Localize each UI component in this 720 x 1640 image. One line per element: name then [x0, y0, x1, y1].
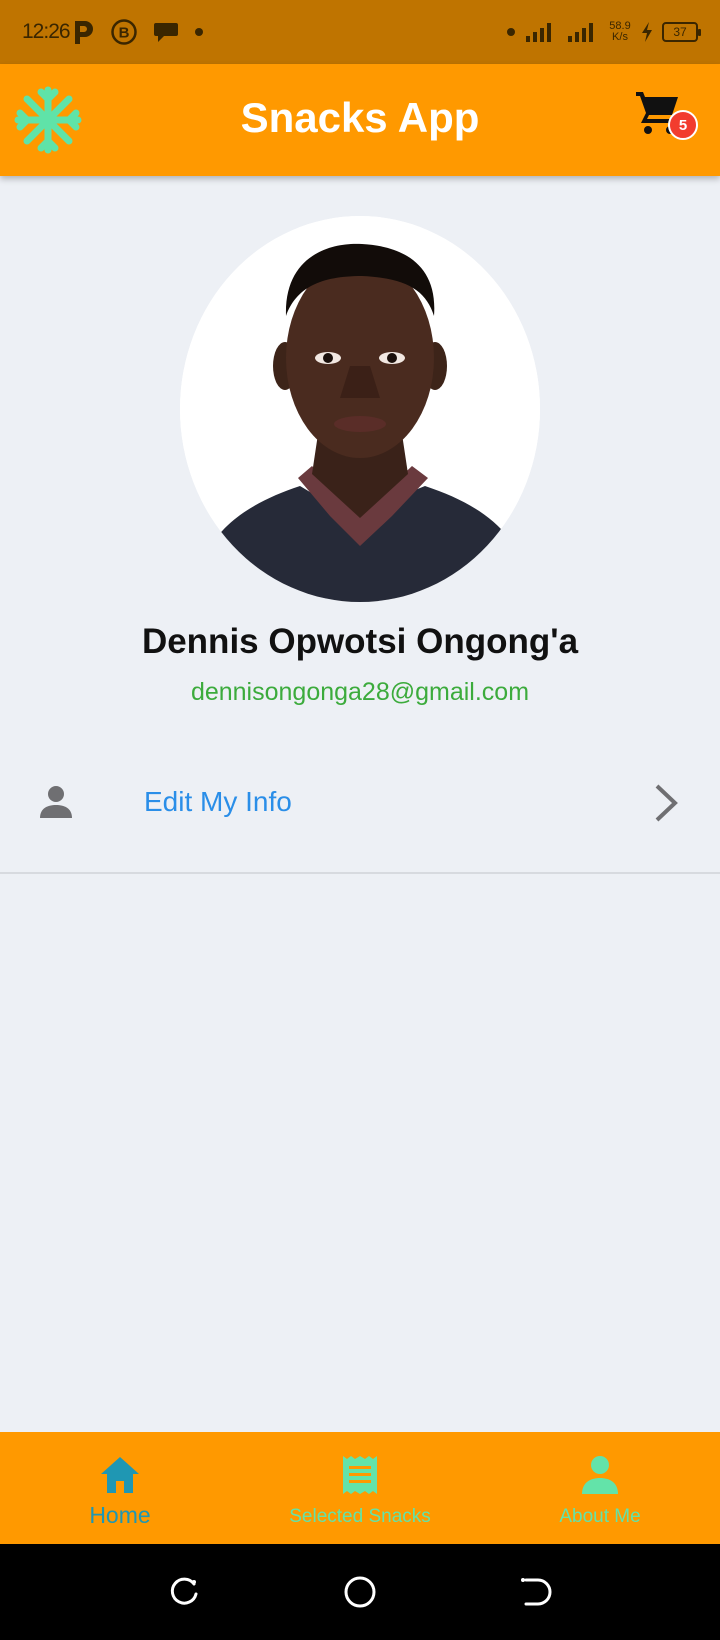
bottom-nav: Home Selected Snacks About Me — [0, 1432, 720, 1544]
signal-icon-2 — [568, 23, 593, 42]
edit-info-label: Edit My Info — [144, 786, 292, 817]
system-status: 58.9 K/s 37 — [506, 16, 701, 48]
status-time: 12:26 — [22, 20, 71, 43]
nav-about-me[interactable]: About Me — [480, 1432, 720, 1544]
edit-info-row[interactable]: Edit My Info — [0, 748, 720, 874]
home-icon — [101, 1457, 139, 1493]
profile-avatar — [180, 216, 540, 602]
svg-text:B: B — [119, 25, 130, 42]
app-title: Snacks App — [240, 94, 480, 141]
nav-about-me-label: About Me — [559, 1506, 641, 1527]
person-icon — [582, 1456, 618, 1494]
net-speed: 58.9 K/s — [608, 21, 632, 43]
profile-name: Dennis Opwotsi Ongong'a — [141, 622, 579, 661]
profile-photo — [180, 216, 540, 602]
dot-icon — [507, 28, 515, 36]
dot-icon — [195, 28, 203, 36]
receipt-list-icon — [343, 1456, 377, 1494]
chat-bubble-icon — [154, 23, 178, 42]
parking-icon — [75, 21, 93, 44]
home-circle-icon[interactable] — [342, 1574, 378, 1610]
notification-icons: B — [72, 16, 204, 48]
b-circle-icon: B — [111, 19, 137, 45]
charging-icon — [642, 22, 652, 42]
nav-selected-snacks-label: Selected Snacks — [289, 1506, 431, 1527]
chevron-right-icon — [655, 784, 678, 822]
profile-email: dennisongonga28@gmail.com — [190, 678, 530, 706]
status-bar: 12:26 B 58.9 K/s 37 — [0, 0, 720, 64]
cart-count-badge: 5 — [668, 110, 698, 140]
app-bar: Snacks App 5 — [0, 64, 720, 176]
net-speed-unit: K/s — [612, 31, 628, 43]
nav-home[interactable]: Home — [0, 1432, 240, 1544]
system-navigation-bar — [0, 1544, 720, 1640]
signal-icon — [526, 23, 551, 42]
nav-selected-snacks[interactable]: Selected Snacks — [240, 1432, 480, 1544]
nav-home-label: Home — [89, 1502, 151, 1528]
recent-apps-icon[interactable] — [166, 1574, 202, 1610]
battery-icon: 37 — [662, 22, 701, 42]
battery-level: 37 — [673, 25, 687, 39]
back-icon[interactable] — [518, 1574, 554, 1610]
cart-button[interactable]: 5 — [634, 88, 698, 144]
person-icon — [40, 786, 72, 818]
